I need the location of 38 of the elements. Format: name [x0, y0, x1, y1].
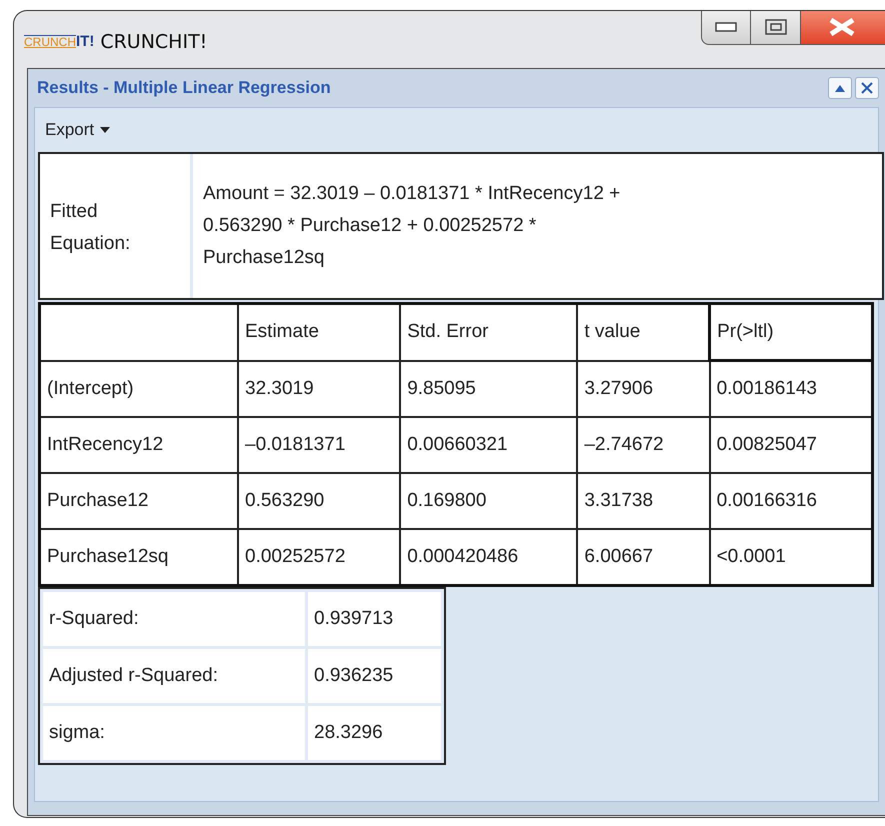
stat-value: 28.3296 [308, 706, 441, 760]
table-cell: 3.31738 [577, 473, 710, 529]
table-cell: 3.27906 [577, 360, 710, 417]
close-icon [827, 18, 857, 36]
collapse-button[interactable] [828, 77, 852, 99]
stat-label: sigma: [43, 706, 305, 760]
app-logo: CRUNCHIT! [24, 33, 94, 50]
table-cell: –0.0181371 [238, 417, 400, 473]
fitted-equation: Amount = 32.3019 – 0.0181371 * IntRecency12 + 0.563290 * Purchase12 + 0.00252572 * Purchase12sq [202, 182, 622, 270]
close-button[interactable] [801, 11, 885, 45]
close-icon [860, 81, 874, 95]
equation-label: Fitted Equation: [40, 154, 193, 298]
row-header: IntRecency12 [40, 417, 238, 473]
minimize-icon [715, 20, 737, 32]
column-header: Pr(>ltl) [710, 304, 872, 360]
triangle-up-icon [834, 83, 846, 93]
minimize-button[interactable] [701, 11, 751, 45]
window-title: CRUNCHIT! [100, 30, 208, 52]
stat-label: r-Squared: [43, 592, 305, 646]
table-cell: 9.85095 [400, 360, 578, 417]
close-button[interactable] [855, 77, 879, 99]
table-cell: 32.3019 [238, 360, 400, 417]
column-header: Estimate [238, 304, 400, 360]
stat-value: 0.936235 [308, 649, 441, 703]
column-header: Std. Error [400, 304, 578, 360]
table-cell: 0.563290 [238, 473, 400, 529]
table-cell: –2.74672 [577, 417, 710, 473]
row-header: (Intercept) [40, 360, 238, 417]
panel-title: Results - Multiple Linear Regression [36, 78, 331, 98]
stat-label: Adjusted r-Squared: [43, 649, 305, 703]
table-cell: 0.00660321 [400, 417, 578, 473]
stat-value: 0.939713 [308, 592, 441, 646]
caret-icon [100, 127, 110, 133]
maximize-button[interactable] [751, 11, 801, 45]
table-cell: 0.169800 [400, 473, 578, 529]
maximize-icon [764, 18, 786, 34]
row-header: Purchase12 [40, 473, 238, 529]
export-dropdown[interactable]: Export [43, 120, 112, 140]
